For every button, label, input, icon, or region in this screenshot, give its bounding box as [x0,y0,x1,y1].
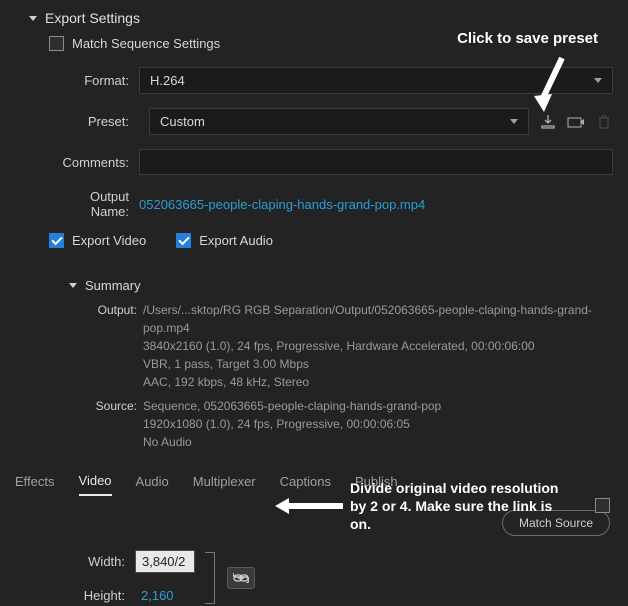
chevron-down-icon [29,16,37,21]
comments-label: Comments: [49,155,139,170]
format-value: H.264 [150,73,185,88]
export-video-checkbox[interactable] [49,233,64,248]
save-preset-button[interactable] [539,113,557,131]
tab-publish[interactable]: Publish [355,474,398,495]
summary-source-value: Sequence, 052063665-people-claping-hands… [143,397,613,451]
tab-audio[interactable]: Audio [136,474,169,495]
summary-source-key: Source: [95,397,143,451]
link-bracket [205,552,215,604]
summary-output-value: /Users/...sktop/RG RGB Separation/Output… [143,301,613,391]
export-settings-header[interactable]: Export Settings [15,10,613,26]
export-video-label: Export Video [72,233,146,248]
chevron-down-icon [594,78,602,83]
format-label: Format: [49,73,139,88]
export-audio-label: Export Audio [199,233,273,248]
export-audio-checkbox[interactable] [176,233,191,248]
tab-captions[interactable]: Captions [280,474,331,495]
summary-title: Summary [85,278,141,293]
width-input[interactable] [135,550,195,573]
export-audio-row: Export Audio [176,233,273,248]
comments-input[interactable] [139,149,613,175]
delete-preset-button[interactable] [595,113,613,131]
dimensions-checkbox[interactable] [595,498,610,513]
import-preset-button[interactable] [567,113,585,131]
import-icon [567,115,585,129]
width-label: Width: [80,554,135,569]
tab-multiplexer[interactable]: Multiplexer [193,474,256,495]
chevron-down-icon [69,283,77,288]
summary-output-key: Output: [95,301,143,391]
preset-dropdown[interactable]: Custom [149,108,529,135]
tab-video[interactable]: Video [79,473,112,496]
trash-icon [597,114,611,130]
match-sequence-checkbox[interactable] [49,36,64,51]
export-video-row: Export Video [49,233,146,248]
chevron-down-icon [510,119,518,124]
link-icon [233,573,249,583]
preset-label: Preset: [49,114,139,129]
download-icon [540,114,556,130]
preset-value: Custom [160,114,205,129]
match-sequence-label: Match Sequence Settings [72,36,220,51]
summary-header[interactable]: Summary [49,278,613,293]
height-value[interactable]: 2,160 [135,585,195,606]
output-name-label: Output Name: [49,189,139,219]
format-dropdown[interactable]: H.264 [139,67,613,94]
match-source-button[interactable]: Match Source [502,510,610,536]
section-title: Export Settings [45,10,140,26]
link-dimensions-button[interactable] [227,567,255,589]
output-name-link[interactable]: 052063665-people-claping-hands-grand-pop… [139,197,425,212]
tab-bar: Effects Video Audio Multiplexer Captions… [0,473,628,496]
tab-effects[interactable]: Effects [15,474,55,495]
height-label: Height: [80,588,135,603]
match-sequence-row: Match Sequence Settings [49,36,613,51]
